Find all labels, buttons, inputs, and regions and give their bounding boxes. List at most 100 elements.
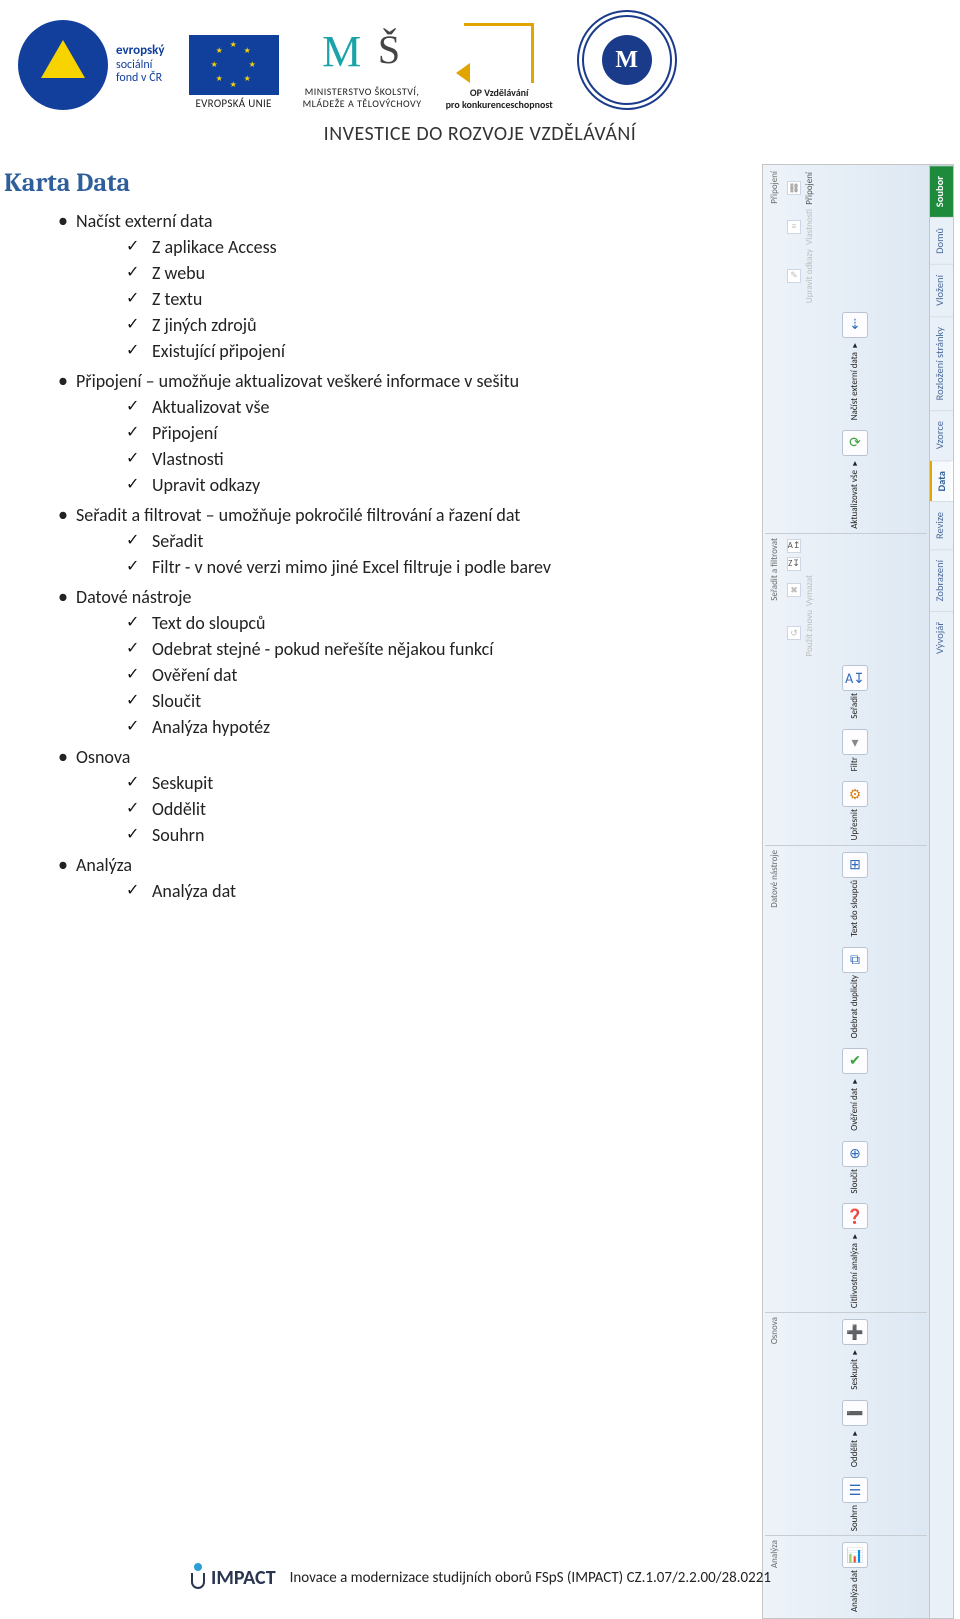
ribbon-small-label: Použít znovu — [804, 610, 815, 656]
outline-sublist: SeskupitOddělitSouhrn — [126, 770, 752, 848]
ribbon-button[interactable]: ⚙ Upřesnit — [840, 779, 870, 842]
outline-subitem: Analýza dat — [126, 878, 752, 904]
ribbon-button[interactable]: A↧ Seřadit — [840, 663, 870, 721]
ribbon-small-button: ✖Vymazat — [785, 574, 817, 607]
ribbon-button-icon: ⇣ — [842, 312, 868, 338]
ribbon-tab-vložení[interactable]: Vložení — [930, 264, 953, 316]
ribbon-button-label: Seskupit ▾ — [850, 1347, 859, 1390]
esf-line-1: evropský — [116, 44, 165, 59]
ribbon-tab-soubor[interactable]: Soubor — [930, 165, 953, 217]
ribbon-small-button[interactable]: ⛓Připojení — [785, 171, 817, 206]
ribbon-group: Osnova➕Seskupit ▾➖Oddělit ▾☰Souhrn — [765, 1313, 927, 1536]
ribbon-tab-revize[interactable]: Revize — [930, 501, 953, 549]
ribbon-group: Připojení ⛓Připojení ≡Vlastnosti ✎Upravit o… — [765, 167, 927, 534]
ribbon-tab-domů[interactable]: Domů — [930, 217, 953, 264]
eu-logo: ★★ ★★ ★★ ★★ EVROPSKÁ UNIE — [189, 35, 279, 110]
ribbon-button-label: Souhrn — [850, 1505, 859, 1531]
ribbon-button-label: Text do sloupců — [850, 880, 859, 937]
outline-item: Načíst externí dataZ aplikace AccessZ we… — [58, 208, 752, 368]
outline-subitem: Sloučit — [126, 688, 752, 714]
ribbon-button[interactable]: ⊕Sloučit — [840, 1139, 870, 1196]
mu-monogram: M — [602, 35, 652, 85]
ribbon-button-icon: ➖ — [842, 1400, 868, 1426]
outline-item-label: Analýza — [76, 854, 132, 876]
esf-disc-icon — [18, 20, 108, 110]
outline-subitem: Z aplikace Access — [126, 234, 752, 260]
outline-item: Datové nástrojeText do sloupcůOdebrat st… — [58, 584, 752, 744]
impact-logo-text: IMPACT — [211, 1566, 276, 1590]
mu-logo: M — [577, 10, 677, 110]
outline-subitem: Existující připojení — [126, 338, 752, 364]
ribbon-button[interactable]: ⟳ Aktualizovat vše ▾ — [840, 428, 870, 531]
outline-subitem: Ověření dat — [126, 662, 752, 688]
outline-subitem: Vlastnosti — [126, 446, 752, 472]
banner-tagline: INVESTICE DO ROZVOJE VZDĚLÁVÁNÍ — [0, 110, 960, 156]
outline-sublist: Text do sloupcůOdebrat stejné - pokud ne… — [126, 610, 752, 740]
outline-subitem: Seskupit — [126, 770, 752, 796]
page-title: Karta Data — [4, 164, 752, 208]
ribbon-button[interactable]: ❓Citlivostní analýza ▾ — [839, 1201, 871, 1310]
ribbon-button[interactable]: ➕Seskupit ▾ — [840, 1317, 870, 1392]
outline-sublist: SeřaditFiltr - v nové verzi mimo jiné Ex… — [126, 528, 752, 580]
ribbon-group-title: Seřadit a filtrovat — [769, 538, 780, 601]
ribbon-small-label: Vlastnosti — [804, 209, 815, 245]
outline-item: OsnovaSeskupitOddělitSouhrn — [58, 744, 752, 852]
ribbon-tab-zobrazení[interactable]: Zobrazení — [930, 549, 953, 611]
outline-subitem: Analýza hypotéz — [126, 714, 752, 740]
outline-subitem: Seřadit — [126, 528, 752, 554]
ribbon-tab-vývojář[interactable]: Vývojář — [930, 611, 953, 664]
msmt-icon: MŠ — [322, 26, 402, 82]
ribbon-button-label: Upřesnit — [850, 809, 859, 840]
ribbon-tabs: SouborDomůVloženíRozložení stránkyVzorce… — [929, 165, 953, 1618]
ribbon-button[interactable]: ⇣Načíst externí data ▾ — [834, 310, 876, 422]
ribbon-group-title: Připojení — [769, 171, 780, 204]
msmt-text: MINISTERSTVO ŠKOLSTVÍ, MLÁDEŽE A TĚLOVÝC… — [303, 86, 422, 110]
ribbon-button-icon: ⊞ — [842, 852, 868, 878]
esf-line-3: fond v ČR — [116, 72, 165, 86]
ribbon-button-icon: ▾ — [842, 729, 868, 755]
ribbon-tab-data[interactable]: Data — [930, 460, 953, 501]
op-logo: OP Vzdělávání pro konkurenceschopnost — [446, 23, 553, 110]
ribbon-button[interactable]: ➖Oddělit ▾ — [840, 1398, 870, 1469]
ribbon-button[interactable]: ☰ Souhrn — [840, 1475, 870, 1533]
ribbon-button-label: Filtr — [850, 757, 859, 771]
ribbon-button[interactable]: ⧉ Odebrat duplicity — [840, 945, 870, 1040]
impact-logo: IMPACT — [189, 1563, 276, 1593]
ribbon-small-icon: ✎ — [787, 269, 801, 283]
ribbon-small-button[interactable]: A↥ — [785, 538, 803, 554]
ribbon-button-icon: ⚙ — [842, 781, 868, 807]
ribbon-button[interactable]: ✔Ověření dat ▾ — [840, 1046, 870, 1133]
ribbon-tab-rozložení-stránky[interactable]: Rozložení stránky — [930, 316, 953, 410]
outline-subitem: Z jiných zdrojů — [126, 312, 752, 338]
footer-text: Inovace a modernizace studijních oborů F… — [290, 1569, 771, 1587]
outline-item-label: Připojení – umožňuje aktualizovat vešker… — [76, 370, 519, 392]
op-text: OP Vzdělávání pro konkurenceschopnost — [446, 87, 553, 110]
ribbon-button-icon: A↧ — [842, 665, 868, 691]
ribbon-button-icon: ⟳ — [842, 430, 868, 456]
outline-subitem: Upravit odkazy — [126, 472, 752, 498]
ribbon-button-label: Aktualizovat vše ▾ — [850, 458, 859, 529]
outline-subitem: Odebrat stejné - pokud neřešíte nějakou … — [126, 636, 752, 662]
ribbon-button-icon: ⊕ — [842, 1141, 868, 1167]
ribbon-small-icon: ≡ — [787, 220, 801, 234]
outline-item: AnalýzaAnalýza dat — [58, 852, 752, 908]
ribbon-button-label: Odebrat duplicity — [850, 975, 859, 1038]
ribbon-small-button[interactable]: Z↧ — [785, 556, 803, 572]
impact-figure-icon — [189, 1563, 207, 1593]
eu-flag-icon: ★★ ★★ ★★ ★★ — [189, 35, 279, 95]
ribbon-button[interactable]: ▾ Filtr — [840, 727, 870, 773]
outline-sublist: Analýza dat — [126, 878, 752, 904]
eu-stars-icon: ★★ ★★ ★★ ★★ — [211, 42, 257, 88]
ribbon-button-icon: ☰ — [842, 1477, 868, 1503]
ribbon-tab-vzorce[interactable]: Vzorce — [930, 410, 953, 459]
star-icon — [41, 40, 85, 78]
page-footer: IMPACT Inovace a modernizace studijních … — [0, 1563, 960, 1593]
excel-ribbon: Připojení ⛓Připojení ≡Vlastnosti ✎Upravit o… — [762, 164, 954, 1619]
outline-item-label: Datové nástroje — [76, 586, 191, 608]
ribbon-small-icon: ↺ — [787, 626, 801, 640]
ribbon-button-label: Seřadit — [850, 693, 859, 719]
outline-item-label: Osnova — [76, 746, 130, 768]
ribbon-small-label: Upravit odkazy — [804, 249, 815, 303]
ribbon-button[interactable]: ⊞ Text do sloupců — [840, 850, 870, 939]
ribbon-button-icon: ⧉ — [842, 947, 868, 973]
